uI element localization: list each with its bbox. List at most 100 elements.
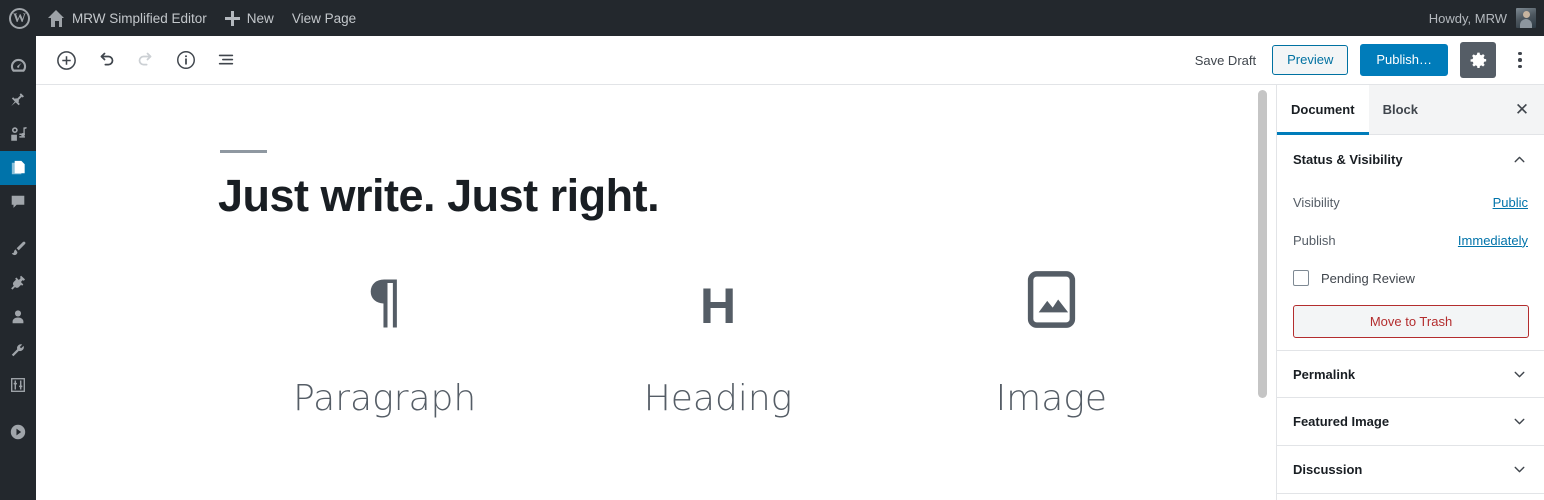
chevron-down-icon — [1511, 461, 1528, 478]
heading-icon: H — [700, 265, 736, 331]
admin-bar: W MRW Simplified Editor New View Page Ho… — [0, 0, 1544, 36]
move-to-trash-button[interactable]: Move to Trash — [1293, 305, 1529, 338]
site-name-label: MRW Simplified Editor — [72, 10, 207, 26]
chevron-down-icon — [1511, 413, 1528, 430]
visibility-value-button[interactable]: Public — [1493, 195, 1528, 210]
sidebar-item-comments[interactable] — [0, 185, 36, 219]
add-block-button[interactable] — [48, 42, 84, 78]
sidebar-tablist: Document Block ✕ — [1277, 85, 1544, 135]
undo-icon — [100, 52, 114, 66]
publish-date-button[interactable]: Immediately — [1458, 233, 1528, 248]
admin-sidebar-menu — [0, 36, 44, 500]
editor-header-toolbar: Save Draft Preview Publish… — [36, 36, 1544, 85]
media-icon — [11, 126, 27, 141]
avatar[interactable] — [1516, 8, 1536, 28]
chevron-down-icon — [1511, 366, 1528, 383]
new-content-menu[interactable]: New — [216, 0, 283, 36]
canvas-scrollbar[interactable] — [1257, 88, 1268, 498]
view-page-label: View Page — [291, 10, 357, 26]
block-choice-paragraph[interactable]: ¶ Paragraph — [218, 265, 551, 419]
list-view-button[interactable] — [208, 42, 244, 78]
plus-icon — [224, 10, 240, 26]
scrollbar-thumb[interactable] — [1258, 90, 1267, 398]
featured-image-title: Featured Image — [1293, 414, 1390, 429]
status-visibility-body: Visibility Public Publish Immediately Pe… — [1277, 183, 1544, 338]
panel-discussion[interactable]: Discussion — [1277, 446, 1544, 494]
status-visibility-panel: Status & Visibility Visibility Public Pu… — [1277, 135, 1544, 338]
settings-sidebar: Document Block ✕ Status & Visibility Vis… — [1276, 85, 1544, 500]
tab-block[interactable]: Block — [1369, 85, 1432, 134]
chevron-up-icon — [1511, 151, 1528, 168]
redo-icon — [138, 52, 152, 66]
wp-logo-menu[interactable]: W — [0, 0, 39, 36]
block-choice-heading[interactable]: H Heading — [551, 265, 884, 419]
info-circle-icon — [177, 51, 195, 69]
ellipsis-vertical-icon — [1518, 51, 1522, 56]
undo-button[interactable] — [88, 42, 124, 78]
status-visibility-header[interactable]: Status & Visibility — [1277, 135, 1544, 183]
pages-icon — [11, 160, 25, 174]
settings-toggle-button[interactable] — [1460, 42, 1496, 78]
list-view-icon — [218, 54, 234, 65]
dashboard-icon — [10, 58, 26, 72]
visibility-row: Visibility Public — [1293, 183, 1528, 221]
home-icon — [48, 9, 65, 27]
sidebar-item-dashboard[interactable] — [0, 49, 36, 83]
close-sidebar-button[interactable]: ✕ — [1500, 85, 1544, 134]
user-icon — [12, 310, 24, 324]
sidebar-item-tools[interactable] — [0, 334, 36, 368]
plug-icon — [11, 275, 26, 290]
sidebar-item-settings[interactable] — [0, 368, 36, 402]
publish-row: Publish Immediately — [1293, 221, 1528, 259]
sidebar-item-collapse-menu[interactable] — [0, 415, 36, 449]
sliders-icon — [11, 378, 25, 392]
post-title[interactable]: Just write. Just right. — [218, 170, 660, 222]
play-circle-icon — [10, 424, 26, 440]
publish-label: Publish — [1293, 232, 1336, 248]
comment-icon — [11, 195, 25, 208]
pending-review-label: Pending Review — [1321, 270, 1415, 286]
menu-spacer — [0, 36, 36, 49]
brush-icon — [11, 241, 26, 256]
site-name-menu[interactable]: MRW Simplified Editor — [39, 0, 216, 36]
sidebar-item-plugins[interactable] — [0, 266, 36, 300]
content-info-button[interactable] — [168, 42, 204, 78]
sidebar-item-appearance[interactable] — [0, 232, 36, 266]
block-choice-image[interactable]: Image — [885, 265, 1218, 419]
preview-button[interactable]: Preview — [1272, 44, 1349, 76]
more-options-button[interactable] — [1508, 42, 1532, 78]
publish-button[interactable]: Publish… — [1360, 43, 1448, 77]
wrench-icon — [11, 344, 24, 357]
redo-button[interactable] — [128, 42, 164, 78]
permalink-title: Permalink — [1293, 366, 1356, 382]
pending-review-checkbox[interactable] — [1293, 270, 1309, 286]
sidebar-item-media[interactable] — [0, 117, 36, 151]
view-page-link[interactable]: View Page — [283, 0, 365, 36]
panel-featured-image[interactable]: Featured Image — [1277, 398, 1544, 446]
editor-canvas: Just write. Just right. ¶ Paragraph H He… — [36, 85, 1262, 500]
new-label: New — [246, 10, 274, 26]
paragraph-icon: ¶ — [366, 265, 403, 331]
editor-toolbar-right: Save Draft Preview Publish… — [1191, 42, 1544, 78]
wordpress-logo-icon: W — [9, 7, 30, 29]
pin-icon — [11, 93, 24, 106]
menu-spacer-3 — [0, 402, 36, 415]
howdy-label[interactable]: Howdy, MRW — [1429, 11, 1507, 26]
tab-document[interactable]: Document — [1277, 85, 1369, 135]
save-draft-button[interactable]: Save Draft — [1191, 47, 1260, 74]
paragraph-glyph: ¶ — [366, 268, 404, 336]
pending-review-row: Pending Review — [1293, 259, 1528, 297]
sidebar-item-users[interactable] — [0, 300, 36, 334]
image-icon — [1023, 265, 1080, 331]
menu-spacer-2 — [0, 219, 36, 232]
block-label-paragraph: Paragraph — [293, 378, 477, 419]
discussion-title: Discussion — [1293, 462, 1363, 477]
panel-permalink[interactable]: Permalink — [1277, 350, 1544, 398]
block-type-picker: ¶ Paragraph H Heading Image — [218, 265, 1218, 419]
gear-icon — [1470, 52, 1486, 68]
sidebar-item-pages[interactable] — [0, 151, 44, 185]
sidebar-item-posts[interactable] — [0, 83, 36, 117]
editor-toolbar-left — [36, 42, 244, 78]
block-label-image: Image — [995, 378, 1108, 419]
title-decoration-dash — [220, 150, 267, 153]
